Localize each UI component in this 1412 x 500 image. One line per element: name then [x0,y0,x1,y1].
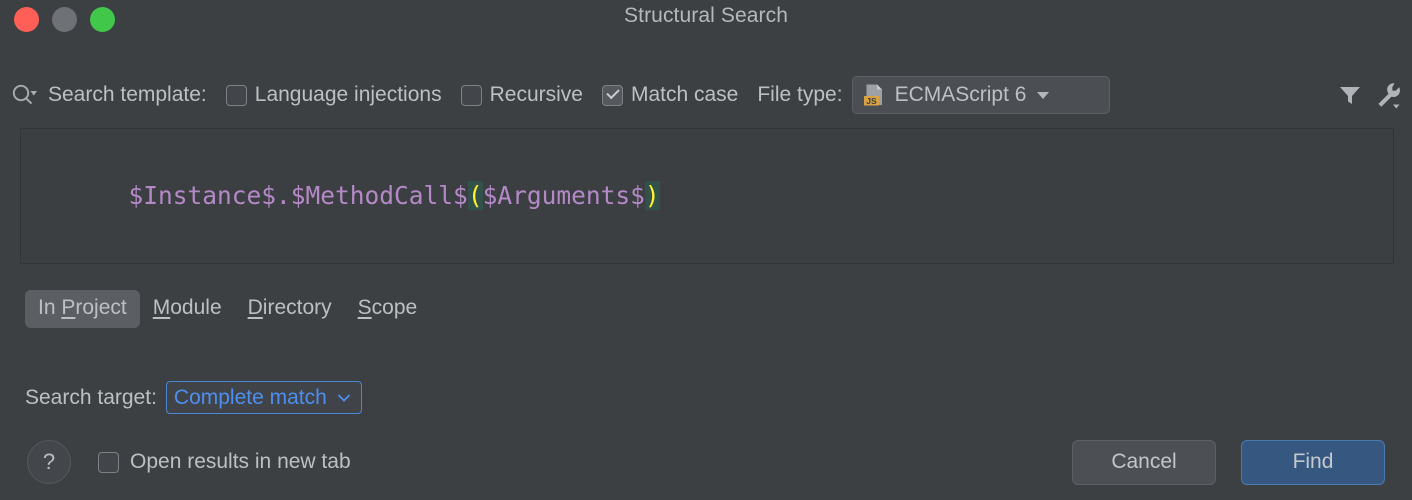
scope-tab-scope-mnemonic: S [357,296,372,319]
search-target-combobox[interactable]: Complete match [165,381,362,414]
help-button[interactable]: ? [27,440,71,484]
filter-icon [1340,87,1360,104]
chevron-down-icon [1037,92,1050,99]
file-type-combobox[interactable]: JS ECMAScript 6 [851,76,1110,114]
js-file-icon: JS [862,83,886,108]
scope-tab-module-post: odule [170,296,222,319]
file-type-value: ECMAScript 6 [894,83,1027,106]
editor-gutter [21,129,23,263]
filter-button[interactable] [1334,78,1366,112]
recursive-checkbox[interactable] [460,84,482,106]
file-type-label: File type: [757,83,843,106]
search-template-label: Search template: [48,83,207,106]
dialog-footer: ? Open results in new tab Cancel Find [0,434,1412,490]
scope-tab-in-project-post: roject [75,296,127,319]
match-case-checkbox[interactable] [601,84,623,106]
cancel-button[interactable]: Cancel [1072,439,1216,485]
scope-tab-directory[interactable]: Directory [235,290,345,328]
search-history-dropdown-button[interactable] [8,80,42,110]
search-target-label: Search target: [25,385,157,409]
recursive-label: Recursive [489,83,583,106]
search-target-row: Search target: Complete match [25,381,362,414]
title-bar: Structural Search [0,0,1412,46]
code-token-close-paren: ) [644,181,660,210]
search-template-editor[interactable]: $Instance$.$MethodCall$($Arguments$) [20,128,1394,264]
scope-tab-directory-mnemonic: D [247,296,263,319]
search-target-value: Complete match [173,385,327,409]
find-button[interactable]: Find [1241,439,1385,485]
checkbox-open-results-new-tab[interactable]: Open results in new tab [98,450,351,474]
window-title: Structural Search [624,4,788,27]
structural-search-dialog: Structural Search Search template: Langu… [0,0,1412,500]
language-injections-checkbox[interactable] [225,84,247,106]
search-options-toolbar: Search template: Language injections Rec… [0,70,1412,120]
code-token-arguments: $Arguments$ [482,181,645,210]
scope-tab-module-mnemonic: M [152,296,171,319]
scope-tab-scope[interactable]: Scope [345,290,431,328]
open-results-new-tab-checkbox[interactable] [98,451,119,473]
search-template-code[interactable]: $Instance$.$MethodCall$($Arguments$) [40,148,660,244]
svg-text:JS: JS [866,96,877,106]
chevron-down-icon [337,394,350,402]
dialog-action-buttons: Cancel Find [1072,439,1412,485]
open-results-new-tab-label: Open results in new tab [130,450,351,473]
checkbox-match-case[interactable]: Match case [601,83,739,107]
options-wrench-button[interactable] [1372,78,1404,112]
checkbox-recursive[interactable]: Recursive [460,83,583,107]
code-token-instance: $Instance$ [128,181,277,210]
scope-tab-in-project[interactable]: In Project [25,290,140,328]
match-case-label: Match case [630,83,739,106]
scope-tab-scope-post: cope [371,296,418,319]
scope-tab-directory-post: irectory [262,296,332,319]
scope-tab-module[interactable]: Module [140,290,235,328]
template-tool-buttons [1334,78,1412,112]
scope-tab-in-project-mnemonic: P [61,296,76,319]
code-token-open-paren: ( [467,181,483,210]
wrench-icon [1378,83,1400,109]
code-token-dot: . [276,181,291,210]
search-dropdown-icon [12,84,37,105]
scope-tab-in-project-pre: In [38,296,62,319]
language-injections-label: Language injections [254,83,442,106]
checkbox-language-injections[interactable]: Language injections [225,83,442,107]
code-token-methodcall: $MethodCall$ [290,181,468,210]
scope-tabs: In Project Module Directory Scope [25,290,430,328]
